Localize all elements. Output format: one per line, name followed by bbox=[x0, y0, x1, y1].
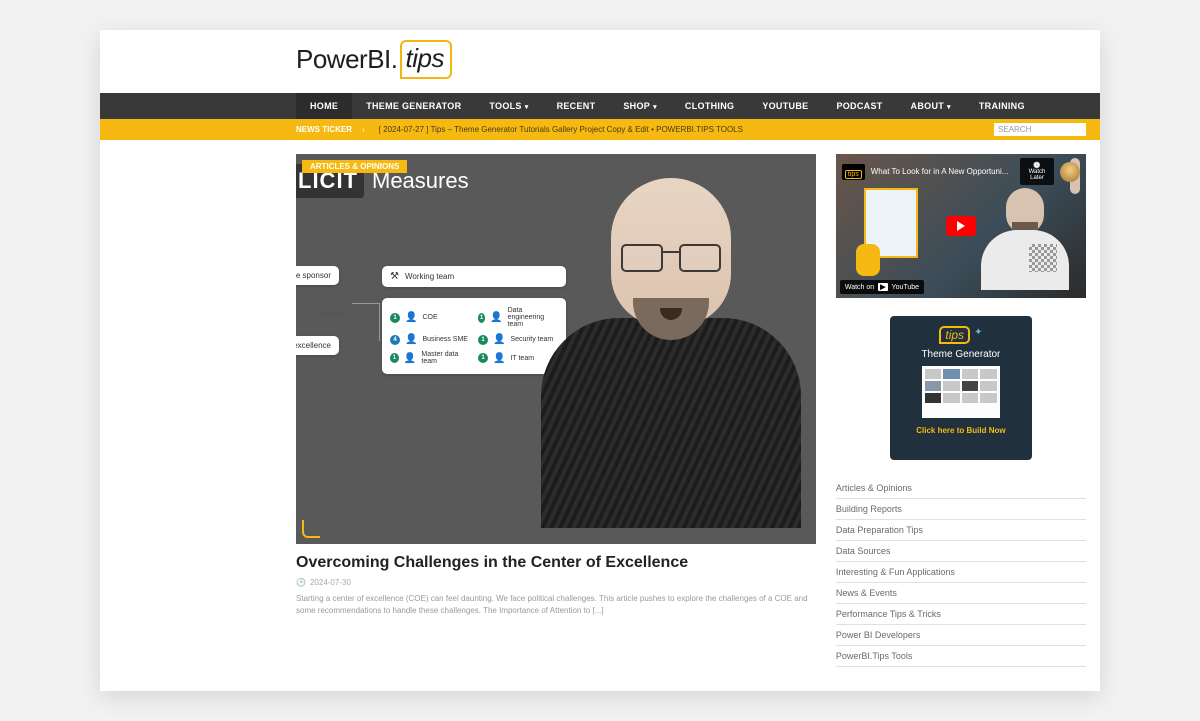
hammers-icon: ⚒ bbox=[390, 271, 399, 282]
header: PowerBI. tips bbox=[100, 30, 1100, 93]
category-list: Articles & Opinions Building Reports Dat… bbox=[836, 478, 1086, 667]
category-link[interactable]: Interesting & Fun Applications bbox=[836, 562, 1086, 583]
corner-mark-icon bbox=[302, 520, 320, 538]
nav-youtube[interactable]: YOUTUBE bbox=[748, 93, 822, 119]
nav-clothing[interactable]: CLOTHING bbox=[671, 93, 748, 119]
nav-home[interactable]: HOME bbox=[296, 93, 352, 119]
category-link[interactable]: News & Events bbox=[836, 583, 1086, 604]
nav-theme-generator[interactable]: THEME GENERATOR bbox=[352, 93, 475, 119]
video-title: What To Look for in A New Opportuni... bbox=[871, 167, 1014, 176]
nav-recent[interactable]: RECENT bbox=[543, 93, 610, 119]
plus-icon: ✦ bbox=[974, 327, 982, 338]
search-input[interactable]: SEARCH bbox=[994, 123, 1086, 136]
site-logo[interactable]: PowerBI. tips bbox=[296, 40, 1100, 79]
watch-later-button[interactable]: 🕓 Watch Later bbox=[1020, 158, 1054, 185]
logo-brand: PowerBI. bbox=[296, 44, 398, 75]
ticker-text[interactable]: [ 2024-07-27 ] Tips – Theme Generator Tu… bbox=[379, 125, 743, 134]
person-icon: 👤 bbox=[493, 334, 505, 345]
clock-icon: 🕓 bbox=[1023, 162, 1051, 169]
theme-gallery-thumb bbox=[922, 366, 1000, 418]
chevron-down-icon: ▾ bbox=[525, 104, 529, 111]
channel-avatar[interactable] bbox=[1060, 162, 1080, 182]
clock-icon: 🕑 bbox=[296, 578, 306, 587]
article-date: 2024-07-30 bbox=[310, 578, 351, 587]
logo-suffix: tips bbox=[400, 40, 452, 79]
ad-title: Theme Generator bbox=[900, 349, 1022, 360]
category-link[interactable]: Data Sources bbox=[836, 541, 1086, 562]
category-link[interactable]: Building Reports bbox=[836, 499, 1086, 520]
watch-on-youtube[interactable]: Watch on ▶ YouTube bbox=[840, 280, 924, 294]
person-icon: 👤 bbox=[405, 334, 417, 345]
glasses-icon bbox=[621, 244, 721, 272]
theme-generator-ad[interactable]: tips ✦ Theme Generator Click here to Bui… bbox=[890, 316, 1032, 460]
article-excerpt: Starting a center of excellence (COE) ca… bbox=[296, 593, 816, 617]
person-icon: 👤 bbox=[405, 312, 417, 323]
qr-icon bbox=[1029, 244, 1057, 272]
presenter-illustration bbox=[516, 164, 816, 544]
main-column: ARTICLES & OPINIONS LICIT Measures ive s… bbox=[296, 154, 816, 667]
channel-logo: tips bbox=[842, 164, 865, 180]
category-link[interactable]: PowerBI.Tips Tools bbox=[836, 646, 1086, 667]
chevron-right-icon: › bbox=[362, 125, 365, 134]
ad-cta[interactable]: Click here to Build Now bbox=[900, 426, 1022, 435]
category-link[interactable]: Performance Tips & Tricks bbox=[836, 604, 1086, 625]
person-icon: 👤 bbox=[404, 353, 416, 364]
person-icon: 👤 bbox=[490, 312, 502, 323]
news-ticker: NEWS TICKER › [ 2024-07-27 ] Tips – Them… bbox=[100, 119, 1100, 140]
nav-podcast[interactable]: PODCAST bbox=[822, 93, 896, 119]
article-meta: 🕑 2024-07-30 bbox=[296, 578, 816, 587]
person-icon: 👤 bbox=[493, 353, 505, 364]
ad-logo: tips bbox=[939, 326, 970, 344]
dia-sponsor: ive sponsor bbox=[296, 266, 339, 285]
presenter-small bbox=[976, 188, 1074, 296]
article-title[interactable]: Overcoming Challenges in the Center of E… bbox=[296, 554, 816, 572]
youtube-logo-icon: ▶ bbox=[878, 283, 887, 291]
youtube-embed[interactable]: tips What To Look for in A New Opportuni… bbox=[836, 154, 1086, 298]
nav-training[interactable]: TRAINING bbox=[965, 93, 1039, 119]
category-link[interactable]: Power BI Developers bbox=[836, 625, 1086, 646]
dia-coe: of excellence bbox=[296, 336, 339, 355]
nav-shop[interactable]: SHOP▾ bbox=[609, 93, 671, 119]
featured-article-card[interactable]: ARTICLES & OPINIONS LICIT Measures ive s… bbox=[296, 154, 816, 544]
play-icon bbox=[957, 221, 965, 231]
page-frame: PowerBI. tips HOME THEME GENERATOR TOOLS… bbox=[100, 30, 1100, 691]
category-badge[interactable]: ARTICLES & OPINIONS bbox=[302, 160, 407, 173]
arrow-icon bbox=[352, 303, 380, 341]
chevron-down-icon: ▾ bbox=[947, 104, 951, 111]
nav-tools[interactable]: TOOLS▾ bbox=[475, 93, 542, 119]
hand-illustration bbox=[856, 244, 880, 276]
category-link[interactable]: Articles & Opinions bbox=[836, 478, 1086, 499]
category-link[interactable]: Data Preparation Tips bbox=[836, 520, 1086, 541]
sidebar: tips What To Look for in A New Opportuni… bbox=[836, 154, 1086, 667]
chevron-down-icon: ▾ bbox=[653, 104, 657, 111]
ticker-label: NEWS TICKER bbox=[296, 125, 352, 134]
nav-about[interactable]: ABOUT▾ bbox=[897, 93, 965, 119]
play-button[interactable] bbox=[946, 216, 976, 236]
main-nav: HOME THEME GENERATOR TOOLS▾ RECENT SHOP▾… bbox=[100, 93, 1100, 119]
dia-establishes: Establishes bbox=[314, 311, 350, 318]
